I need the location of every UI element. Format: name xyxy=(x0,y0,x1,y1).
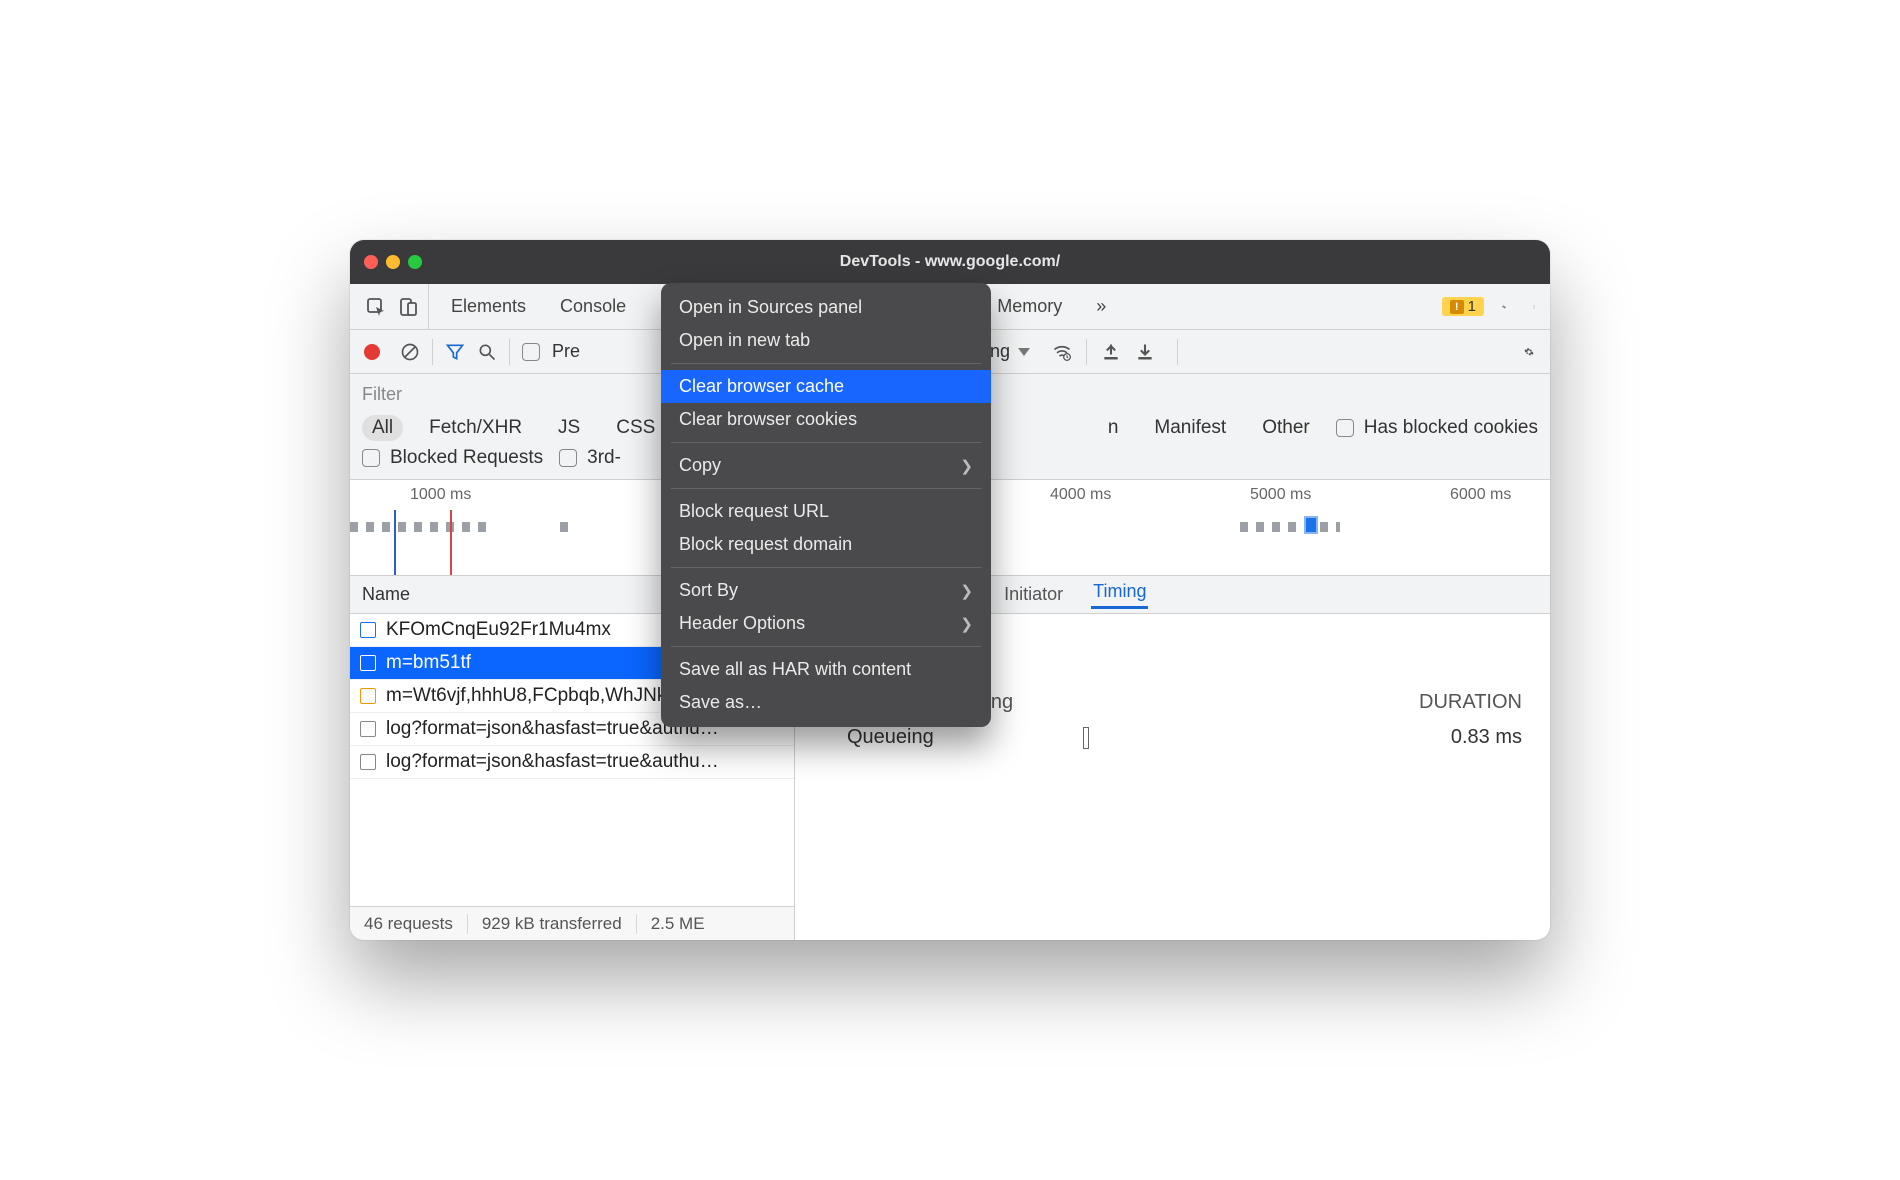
tab-console[interactable]: Console xyxy=(548,296,638,317)
ctx-block-url[interactable]: Block request URL xyxy=(661,495,991,528)
request-name: m=bm51tf xyxy=(386,652,471,674)
timeline-activity xyxy=(350,522,490,532)
import-har-icon[interactable] xyxy=(1101,342,1121,362)
timeline-tick: 5000 ms xyxy=(1250,486,1311,504)
dom-content-loaded-line xyxy=(394,510,396,575)
dropdown-caret-icon xyxy=(1018,348,1030,356)
blocked-requests-label: Blocked Requests xyxy=(390,447,543,469)
status-resources: 2.5 ME xyxy=(637,914,719,934)
ctx-block-domain[interactable]: Block request domain xyxy=(661,528,991,561)
ctx-copy[interactable]: Copy❯ xyxy=(661,449,991,482)
network-conditions-icon[interactable] xyxy=(1052,342,1072,362)
ctx-separator xyxy=(671,442,981,443)
clear-icon[interactable] xyxy=(400,342,420,362)
network-settings-gear-icon[interactable] xyxy=(1524,342,1544,362)
status-bar: 46 requests 929 kB transferred 2.5 ME xyxy=(350,906,794,940)
status-requests: 46 requests xyxy=(350,914,468,934)
detail-tab-timing[interactable]: Timing xyxy=(1091,581,1148,609)
has-blocked-cookies-checkbox[interactable] xyxy=(1336,419,1354,437)
timing-row-value: 0.83 ms xyxy=(1451,726,1522,749)
filter-type-css[interactable]: CSS xyxy=(606,415,665,441)
timing-row-label: Queueing xyxy=(823,726,1083,749)
timeline-tick: 6000 ms xyxy=(1450,486,1511,504)
ctx-open-sources[interactable]: Open in Sources panel xyxy=(661,291,991,324)
chevron-right-icon: ❯ xyxy=(960,457,973,475)
timeline-activity xyxy=(1240,522,1340,532)
more-options-icon[interactable] xyxy=(1524,297,1544,317)
request-name: m=Wt6vjf,hhhU8,FCpbqb,WhJNk xyxy=(386,685,666,707)
request-name: log?format=json&hasfast=true&authu… xyxy=(386,751,719,773)
filter-type-manifest[interactable]: Manifest xyxy=(1144,415,1236,441)
filter-type-js[interactable]: JS xyxy=(548,415,590,441)
fullscreen-window-button[interactable] xyxy=(408,255,422,269)
issues-badge[interactable]: ! 1 xyxy=(1442,297,1484,316)
generic-file-icon xyxy=(360,721,376,737)
filter-type-overflow-n[interactable]: n xyxy=(1098,415,1129,441)
record-button[interactable] xyxy=(364,344,380,360)
timeline-tick: 1000 ms xyxy=(410,486,471,504)
filter-type-fetch[interactable]: Fetch/XHR xyxy=(419,415,532,441)
chevron-right-icon: ❯ xyxy=(960,615,973,633)
ctx-separator xyxy=(671,488,981,489)
ctx-clear-cache[interactable]: Clear browser cache xyxy=(661,370,991,403)
request-row[interactable]: log?format=json&hasfast=true&authu… xyxy=(350,746,794,779)
detail-tab-initiator[interactable]: Initiator xyxy=(1002,584,1065,605)
devtools-window: DevTools - www.google.com/ Elements Cons… xyxy=(350,240,1550,940)
traffic-lights xyxy=(364,255,422,269)
tab-memory[interactable]: Memory xyxy=(985,296,1074,317)
timeline-activity xyxy=(560,522,572,532)
search-icon[interactable] xyxy=(477,342,497,362)
window-titlebar: DevTools - www.google.com/ xyxy=(350,240,1550,284)
request-name: KFOmCnqEu92Fr1Mu4mx xyxy=(386,619,611,641)
third-party-label: 3rd- xyxy=(587,447,621,469)
script-file-icon xyxy=(360,688,376,704)
ctx-separator xyxy=(671,646,981,647)
ctx-save-as[interactable]: Save as… xyxy=(661,686,991,719)
inspect-element-icon[interactable] xyxy=(366,297,386,317)
settings-gear-icon[interactable] xyxy=(1494,297,1514,317)
ctx-sort-by[interactable]: Sort By❯ xyxy=(661,574,991,607)
tabs-overflow-button[interactable]: » xyxy=(1084,296,1118,317)
timing-row-bar xyxy=(1083,727,1089,749)
ctx-save-har[interactable]: Save all as HAR with content xyxy=(661,653,991,686)
export-har-icon[interactable] xyxy=(1135,342,1155,362)
tab-elements[interactable]: Elements xyxy=(439,296,538,317)
blocked-requests-checkbox[interactable] xyxy=(362,449,380,467)
preserve-log-label: Pre xyxy=(552,341,580,362)
issues-count: 1 xyxy=(1468,298,1476,315)
timeline-selection-marker[interactable] xyxy=(1306,518,1316,532)
ctx-clear-cookies[interactable]: Clear browser cookies xyxy=(661,403,991,436)
context-menu: Open in Sources panel Open in new tab Cl… xyxy=(661,283,991,727)
filter-funnel-icon[interactable] xyxy=(445,342,465,362)
timeline-tick: 4000 ms xyxy=(1050,486,1111,504)
ctx-separator xyxy=(671,363,981,364)
status-transferred: 929 kB transferred xyxy=(468,914,637,934)
load-event-line xyxy=(450,510,452,575)
chevron-right-icon: ❯ xyxy=(960,582,973,600)
minimize-window-button[interactable] xyxy=(386,255,400,269)
window-title: DevTools - www.google.com/ xyxy=(350,253,1550,271)
ctx-header-options[interactable]: Header Options❯ xyxy=(661,607,991,640)
has-blocked-cookies-label: Has blocked cookies xyxy=(1364,417,1538,439)
script-file-icon xyxy=(360,655,376,671)
close-window-button[interactable] xyxy=(364,255,378,269)
generic-file-icon xyxy=(360,754,376,770)
filter-type-all[interactable]: All xyxy=(362,415,403,441)
ctx-open-new-tab[interactable]: Open in new tab xyxy=(661,324,991,357)
warning-icon: ! xyxy=(1450,300,1464,314)
third-party-checkbox[interactable] xyxy=(559,449,577,467)
filter-type-other[interactable]: Other xyxy=(1252,415,1320,441)
device-toolbar-icon[interactable] xyxy=(398,297,418,317)
ctx-separator xyxy=(671,567,981,568)
font-file-icon xyxy=(360,622,376,638)
preserve-log-checkbox[interactable] xyxy=(522,343,540,361)
timing-duration-head: DURATION xyxy=(1419,691,1522,714)
